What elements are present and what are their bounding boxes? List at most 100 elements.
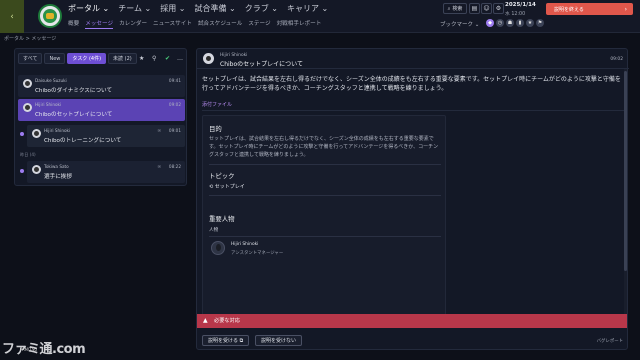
- nav-career[interactable]: キャリア ⌄: [287, 3, 328, 14]
- required-action-bar: ▲ 必要な対応: [197, 314, 627, 328]
- people-subheading: 人物: [209, 228, 219, 233]
- tactics-icon[interactable]: ⚑: [536, 19, 544, 27]
- avatar: [23, 103, 32, 112]
- filter-tasks[interactable]: タスク (4件): [67, 53, 107, 64]
- breadcrumb: ポータル > メッセージ: [4, 36, 57, 42]
- bookmark-icon[interactable]: ◆: [486, 19, 494, 27]
- attachment-label[interactable]: 添付ファイル: [202, 101, 232, 108]
- person-role: アシスタントマネージャー: [231, 251, 284, 256]
- filter-unread[interactable]: 未読 (2): [108, 53, 137, 64]
- scrollbar-thumb[interactable]: [624, 71, 627, 271]
- search-icon[interactable]: ⚲: [152, 55, 156, 62]
- accept-briefing-button[interactable]: 説明を受ける ⧉: [202, 335, 250, 346]
- subnav-calendar[interactable]: カレンダー: [119, 19, 147, 29]
- divider: [202, 110, 624, 111]
- avatar: [23, 79, 32, 88]
- unread-dot: [20, 132, 24, 136]
- subnav-opponent-report[interactable]: 対戦相手レポート: [277, 19, 322, 29]
- decline-briefing-button[interactable]: 説明を受けない: [255, 335, 303, 346]
- divider: [209, 195, 441, 196]
- message-detail: Hijiri Shinoki Chiboのセットプレイについて 09:02 セッ…: [196, 48, 629, 350]
- filter-new[interactable]: New: [44, 53, 66, 64]
- attachment-card: 目的 セットプレイは、試合結果を左右し得るだけでなく、シーズン全体の成績をも左右…: [202, 115, 446, 320]
- message-item[interactable]: Daisuke Suzuki Chiboのダイナミクスについて 09:41: [18, 75, 185, 97]
- top-bar: ‹ ポータル ⌄ チーム ⌄ 採用 ⌄ 試合準備 ⌄ クラブ ⌄ キャリア ⌄ …: [0, 0, 640, 33]
- back-button[interactable]: ‹: [0, 0, 24, 33]
- date-display: 2025/1/14 水 12:00: [505, 2, 536, 17]
- message-item-selected[interactable]: Hijiri Shinoki Chiboのセットプレイについて 09:02: [18, 99, 185, 121]
- nav-recruitment[interactable]: 採用 ⌄: [160, 3, 185, 14]
- more-icon[interactable]: …: [177, 55, 183, 62]
- search-icon: ⌕: [447, 5, 451, 12]
- check-icon[interactable]: ✔: [165, 55, 170, 62]
- message-subject: Chiboのトレーニングについて: [44, 138, 122, 144]
- required-action-label: 必要な対応: [214, 318, 240, 324]
- nav-match-prep[interactable]: 試合準備 ⌄: [195, 3, 236, 14]
- inbox-panel: すべて New タスク (4件) 未読 (2) ★ ⚲ ✔ … Daisuke …: [14, 48, 187, 186]
- message-item[interactable]: Hijiri Shinoki Chiboのトレーニングについて ✉ 09:01: [27, 125, 185, 147]
- notes-icon: ▤: [471, 5, 478, 12]
- clock-icon[interactable]: ◷: [496, 19, 504, 27]
- avatar: [32, 165, 41, 174]
- notes-button[interactable]: ▤: [469, 3, 480, 14]
- mail-icon: ✉: [157, 128, 161, 133]
- message-header: Hijiri Shinoki Chiboのセットプレイについて 09:02: [197, 49, 629, 69]
- nav-team[interactable]: チーム ⌄: [118, 3, 151, 14]
- message-sender: Daisuke Suzuki: [35, 78, 67, 83]
- person-name[interactable]: Hijiri Shinoki: [231, 242, 258, 247]
- watermark-sub: FAMITSU: [20, 347, 38, 352]
- chart-icon[interactable]: ▮: [516, 19, 524, 27]
- profile-button[interactable]: ☺: [481, 3, 492, 14]
- detail-subject: Chiboのセットプレイについて: [220, 61, 303, 68]
- current-time: 水 12:00: [505, 12, 526, 17]
- message-subject: 選手に挨拶: [44, 174, 72, 180]
- message-time: 09:02: [168, 102, 181, 107]
- divider: [209, 164, 441, 165]
- key-people-heading: 重要人物: [209, 215, 235, 223]
- message-sender: Hijiri Shinoki: [44, 128, 71, 133]
- mail-icon: ✉: [157, 164, 161, 169]
- avatar: [32, 129, 41, 138]
- nav-club[interactable]: クラブ ⌄: [245, 3, 278, 14]
- chevron-left-icon: ‹: [10, 11, 14, 22]
- topic-tag: ⟲ セットプレイ: [209, 184, 245, 190]
- continue-button[interactable]: 説明を終える ›: [546, 3, 633, 15]
- group-label-yesterday: 昨日 (4): [20, 152, 36, 157]
- people-icon[interactable]: ☗: [506, 19, 514, 27]
- nav-portal[interactable]: ポータル ⌄: [68, 3, 109, 14]
- search-button[interactable]: ⌕ 検索: [443, 3, 467, 14]
- profile-icon: ☺: [483, 5, 490, 12]
- subnav-messages[interactable]: メッセージ: [85, 19, 114, 29]
- current-date: 2025/1/14: [505, 2, 536, 8]
- club-crest[interactable]: [38, 4, 62, 28]
- subnav-stage[interactable]: ステージ: [248, 19, 270, 29]
- warning-icon: ▲: [203, 317, 208, 324]
- app-window: ‹ ポータル ⌄ チーム ⌄ 採用 ⌄ 試合準備 ⌄ クラブ ⌄ キャリア ⌄ …: [0, 0, 640, 360]
- message-time: 09:41: [168, 78, 181, 83]
- filter-all[interactable]: すべて: [18, 53, 43, 64]
- divider: [209, 236, 441, 237]
- gear-icon: ⚙: [495, 5, 502, 12]
- purpose-text: セットプレイは、試合結果を左右し得るだけでなく、シーズン全体の成績をも左右する重…: [209, 136, 439, 158]
- settings-button[interactable]: ⚙: [493, 3, 504, 14]
- subnav-schedule[interactable]: 試合スケジュール: [198, 19, 242, 29]
- watermark-logo: ファミ通.com: [2, 342, 86, 357]
- person-avatar[interactable]: [211, 241, 225, 255]
- bug-report-link[interactable]: バグレポート: [597, 338, 623, 344]
- main-nav: ポータル ⌄ チーム ⌄ 採用 ⌄ 試合準備 ⌄ クラブ ⌄ キャリア ⌄: [68, 3, 328, 14]
- message-time: 09:01: [168, 128, 181, 133]
- bookmark-dropdown[interactable]: ブックマーク ⌄: [440, 20, 479, 28]
- detail-sender: Hijiri Shinoki: [220, 53, 248, 58]
- inbox-filters: すべて New タスク (4件) 未読 (2): [18, 53, 137, 64]
- message-sender: Tokiwa Sato: [44, 164, 69, 169]
- continue-label: 説明を終える: [554, 6, 584, 13]
- message-item[interactable]: Tokiwa Sato 選手に挨拶 ✉ 08:22: [27, 161, 185, 183]
- subnav-overview[interactable]: 概要: [68, 19, 79, 29]
- message-sender: Hijiri Shinoki: [35, 102, 62, 107]
- star-icon[interactable]: ★: [139, 55, 144, 62]
- message-time: 08:22: [168, 164, 181, 169]
- purpose-heading: 目的: [209, 125, 222, 133]
- unread-dot: [20, 169, 24, 173]
- star-icon[interactable]: ★: [526, 19, 534, 27]
- subnav-news[interactable]: ニュースサイト: [153, 19, 192, 29]
